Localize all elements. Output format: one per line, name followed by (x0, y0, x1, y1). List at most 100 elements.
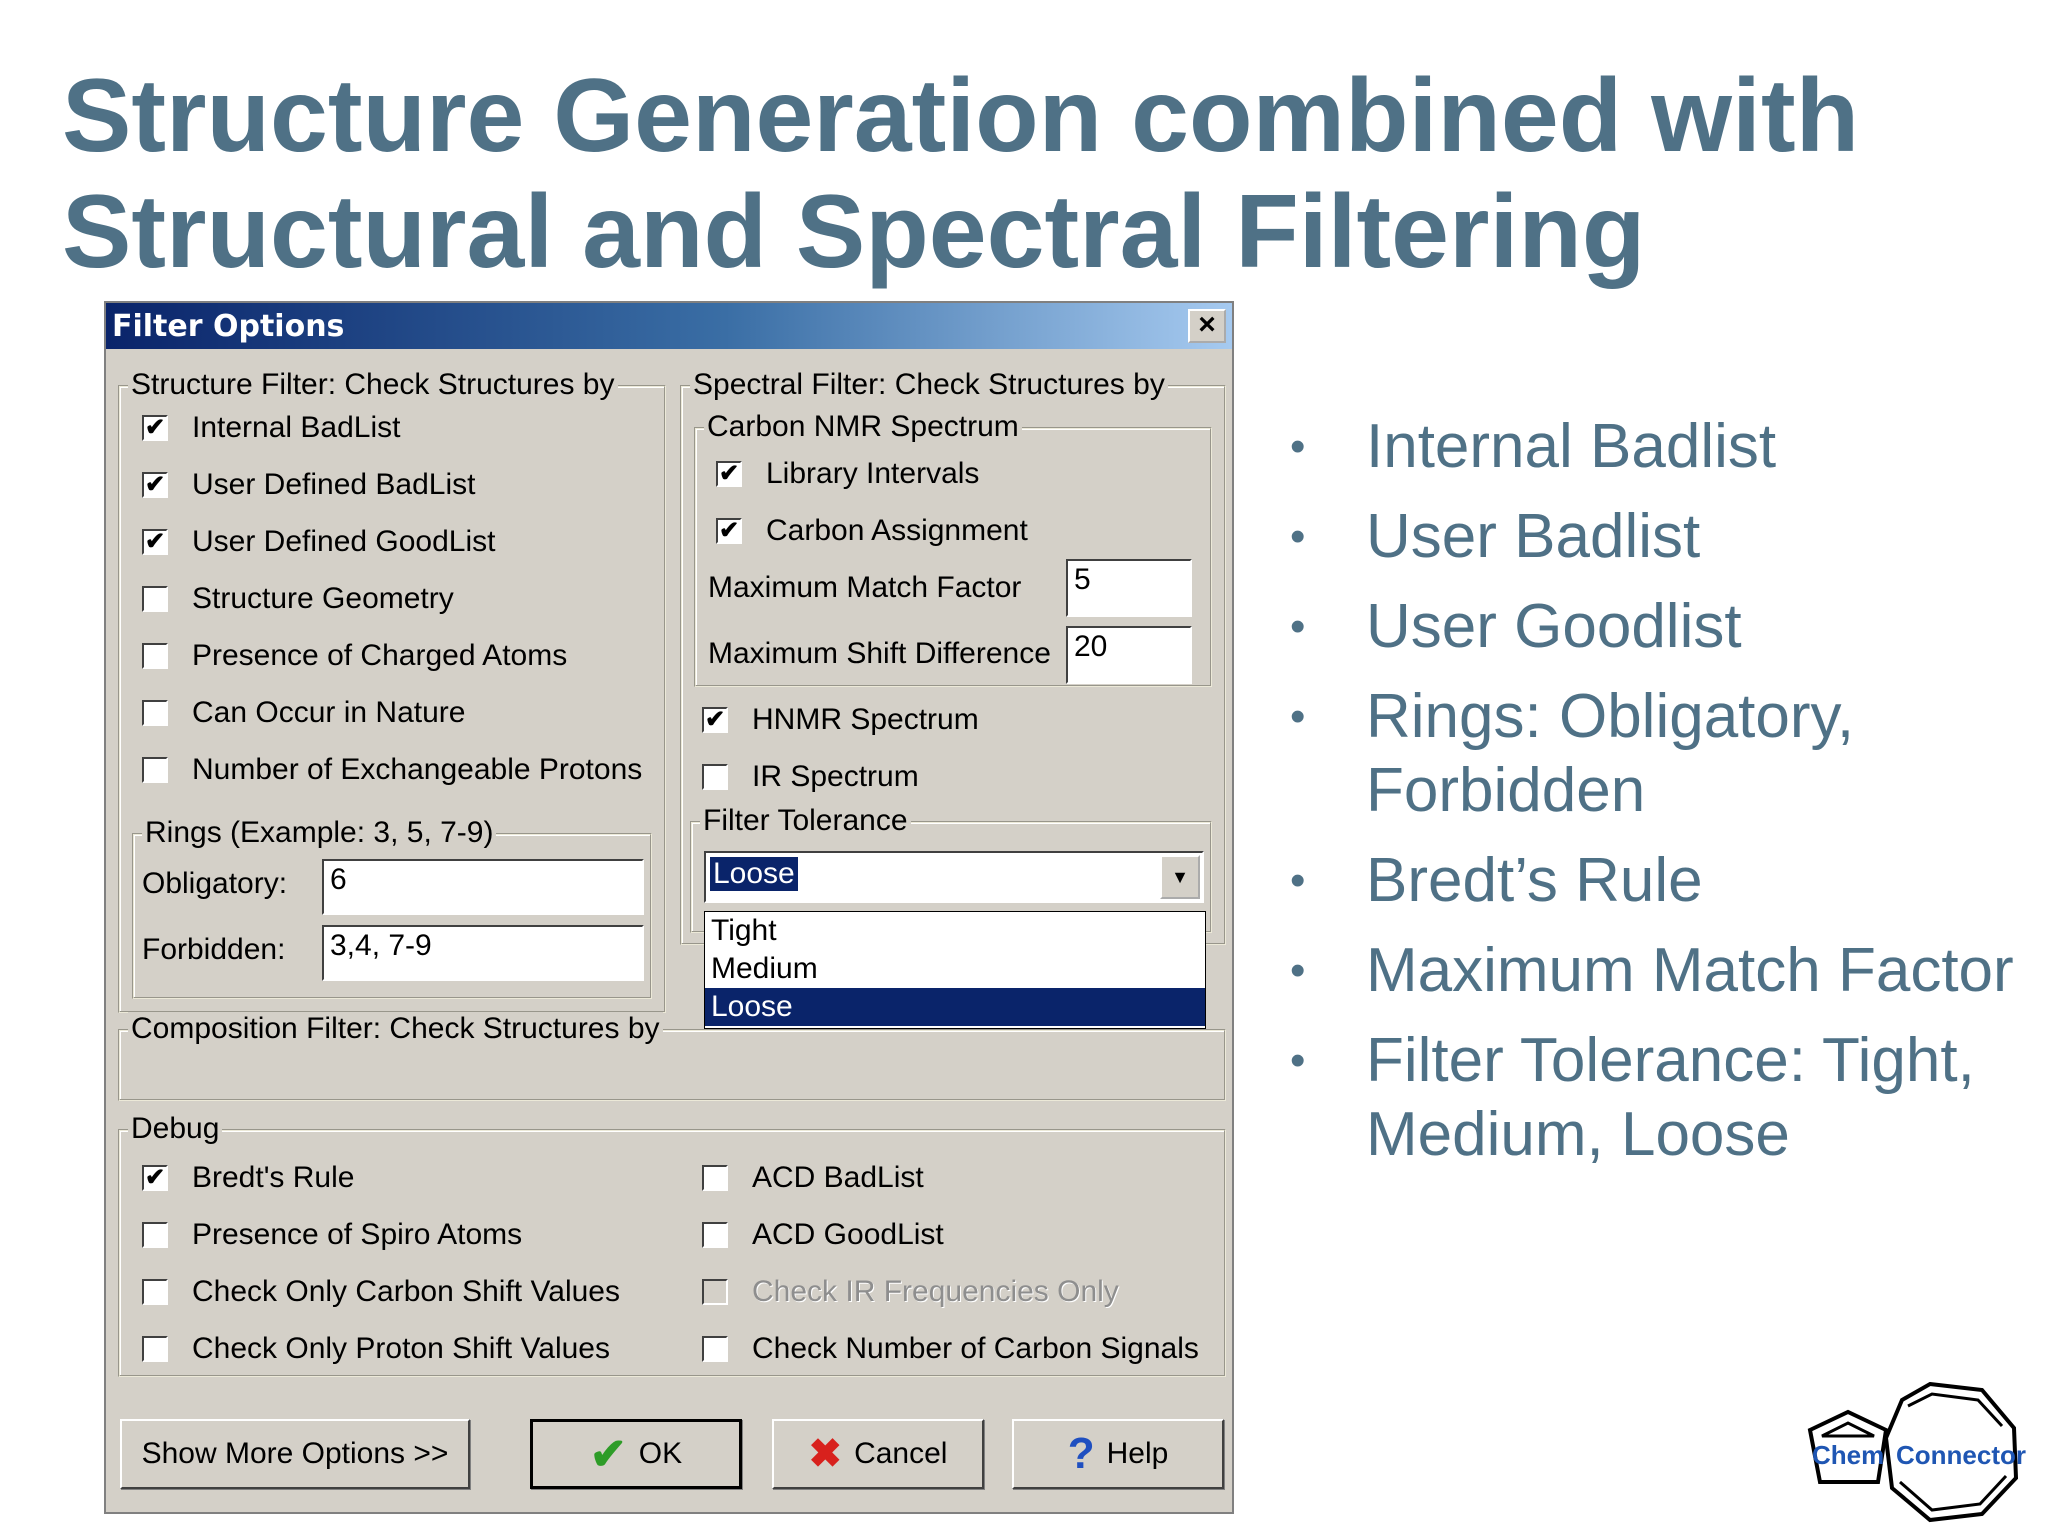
x-icon: ✖ (808, 1432, 843, 1476)
checkbox-label: User Defined BadList (192, 468, 476, 501)
checkbox-box (142, 1222, 168, 1248)
rings-legend: Rings (Example: 3, 5, 7-9) (142, 816, 497, 850)
checkbox-box (142, 586, 168, 612)
obligatory-label: Obligatory: (142, 867, 288, 900)
obligatory-input[interactable]: 6 (322, 859, 644, 915)
checkbox-label: Presence of Spiro Atoms (192, 1218, 523, 1251)
spectral-filter-group: Spectral Filter: Check Structures by Car… (680, 368, 1226, 945)
bullet-item: • Rings: Obligatory, Forbidden (1290, 680, 2040, 828)
bullet-text: Maximum Match Factor (1366, 936, 2014, 1005)
checkbox-box: ✔ (142, 472, 168, 498)
bullet-dot-icon: • (1290, 1036, 1306, 1085)
cancel-label: Cancel (854, 1437, 948, 1470)
bullet-list: • Internal Badlist • User Badlist • User Good… (1290, 410, 2040, 1188)
dialog-title: Filter Options (112, 309, 345, 344)
carbon-nmr-legend: Carbon NMR Spectrum (704, 410, 1022, 444)
bullet-text: Bredt’s Rule (1366, 846, 1703, 915)
close-icon: × (1198, 308, 1216, 341)
debug-group: Debug ✔ Bredt's Rule Presence of Spiro Ato… (118, 1112, 1226, 1377)
show-more-options-button[interactable]: Show More Options >> (120, 1419, 470, 1489)
logo-word-connector: Connector (1896, 1440, 2026, 1470)
help-button[interactable]: ? Help (1012, 1419, 1224, 1489)
checkbox-label: Library Intervals (766, 457, 980, 490)
spectral-filter-legend: Spectral Filter: Check Structures by (690, 368, 1168, 402)
chevron-down-icon[interactable]: ▼ (1160, 855, 1200, 899)
checkbox-label: IR Spectrum (752, 760, 919, 793)
ok-button[interactable]: ✔ OK (530, 1419, 742, 1489)
checkbox-box: ✔ (716, 518, 742, 544)
checkbox-label: ACD GoodList (752, 1218, 944, 1251)
checkbox-label: Check Only Carbon Shift Values (192, 1275, 620, 1308)
filter-tolerance-legend: Filter Tolerance (700, 804, 911, 838)
bullet-text: Filter Tolerance: Tight, Medium, Loose (1366, 1026, 1975, 1169)
checkbox-box: ✔ (142, 415, 168, 441)
question-mark-icon: ? (1067, 1429, 1095, 1478)
bullet-text: User Goodlist (1366, 592, 1742, 661)
bullet-item: • Maximum Match Factor (1290, 934, 2040, 1008)
bullet-item: • Internal Badlist (1290, 410, 2040, 484)
checkbox-label: Carbon Assignment (766, 514, 1028, 547)
checkbox-box (142, 757, 168, 783)
logo-word-chem: Chem (1812, 1440, 1884, 1470)
bullet-dot-icon: • (1290, 856, 1306, 905)
close-button[interactable]: × (1188, 309, 1226, 343)
dialog-titlebar[interactable]: Filter Options × (106, 303, 1232, 349)
bullet-dot-icon: • (1290, 422, 1306, 471)
bullet-item: • Bredt’s Rule (1290, 844, 2040, 918)
checkbox-label: Check Number of Carbon Signals (752, 1332, 1199, 1365)
max-match-factor-label: Maximum Match Factor (708, 571, 1022, 604)
bullet-text: Rings: Obligatory, Forbidden (1366, 682, 1855, 825)
max-match-factor-input[interactable]: 5 (1066, 559, 1192, 617)
bullet-item: • User Goodlist (1290, 590, 2040, 664)
composition-filter-legend: Composition Filter: Check Structures by (128, 1012, 663, 1046)
checkbox-label: HNMR Spectrum (752, 703, 979, 736)
checkbox-label: User Defined GoodList (192, 525, 496, 558)
checkbox-label: ACD BadList (752, 1161, 924, 1194)
checkbox-box (142, 700, 168, 726)
structure-filter-group: Structure Filter: Check Structures by ✔ I… (118, 368, 666, 1013)
help-label: Help (1106, 1437, 1169, 1470)
checkbox-box: ✔ (142, 529, 168, 555)
checkbox-label: Structure Geometry (192, 582, 454, 615)
checkbox-box (142, 1279, 168, 1305)
checkbox-label: Presence of Charged Atoms (192, 639, 568, 672)
forbidden-label: Forbidden: (142, 933, 286, 966)
filter-tolerance-option[interactable]: Tight (705, 912, 1205, 950)
structure-filter-legend: Structure Filter: Check Structures by (128, 368, 618, 402)
filter-tolerance-option[interactable]: Medium (705, 950, 1205, 988)
checkbox-box (702, 764, 728, 790)
bullet-item: • Filter Tolerance: Tight, Medium, Loose (1290, 1024, 2040, 1172)
filter-tolerance-select[interactable]: Loose ▼ (704, 851, 1204, 903)
checkbox-box (142, 1336, 168, 1362)
filter-options-dialog: Filter Options × Structure Filter: Check… (104, 301, 1234, 1514)
max-shift-difference-input[interactable]: 20 (1066, 626, 1192, 684)
carbon-nmr-group: Carbon NMR Spectrum ✔ Library Intervals … (694, 410, 1212, 687)
bullet-text: User Badlist (1366, 502, 1701, 571)
max-shift-difference-label: Maximum Shift Difference (708, 637, 1051, 670)
checkbox-box (702, 1222, 728, 1248)
slide-title: Structure Generation combined with Struc… (62, 58, 1962, 290)
bullet-dot-icon: • (1290, 946, 1306, 995)
bullet-dot-icon: • (1290, 602, 1306, 651)
show-more-options-label: Show More Options >> (141, 1437, 449, 1470)
debug-legend: Debug (128, 1112, 223, 1146)
filter-tolerance-selected: Loose (710, 857, 798, 891)
checkbox-label: Check Only Proton Shift Values (192, 1332, 610, 1365)
bullet-text: Internal Badlist (1366, 412, 1777, 481)
chemconnector-logo: Chem Connector (1807, 1381, 2026, 1523)
slide-title-line-2: Structural and Spectral Filtering (62, 174, 1646, 290)
checkbox-label: Internal BadList (192, 411, 401, 444)
bullet-dot-icon: • (1290, 512, 1306, 561)
check-icon: ✔ (589, 1429, 627, 1479)
checkbox-box (702, 1279, 728, 1305)
ok-label: OK (638, 1437, 683, 1470)
filter-tolerance-option[interactable]: Loose (705, 988, 1205, 1026)
checkbox-box (142, 643, 168, 669)
forbidden-input[interactable]: 3,4, 7-9 (322, 925, 644, 981)
cancel-button[interactable]: ✖ Cancel (772, 1419, 984, 1489)
filter-tolerance-dropdown-list: Tight Medium Loose (704, 911, 1206, 1029)
checkbox-label: Number of Exchangeable Protons (192, 753, 643, 786)
bullet-item: • User Badlist (1290, 500, 2040, 574)
checkbox-box (702, 1165, 728, 1191)
bullet-dot-icon: • (1290, 692, 1306, 741)
